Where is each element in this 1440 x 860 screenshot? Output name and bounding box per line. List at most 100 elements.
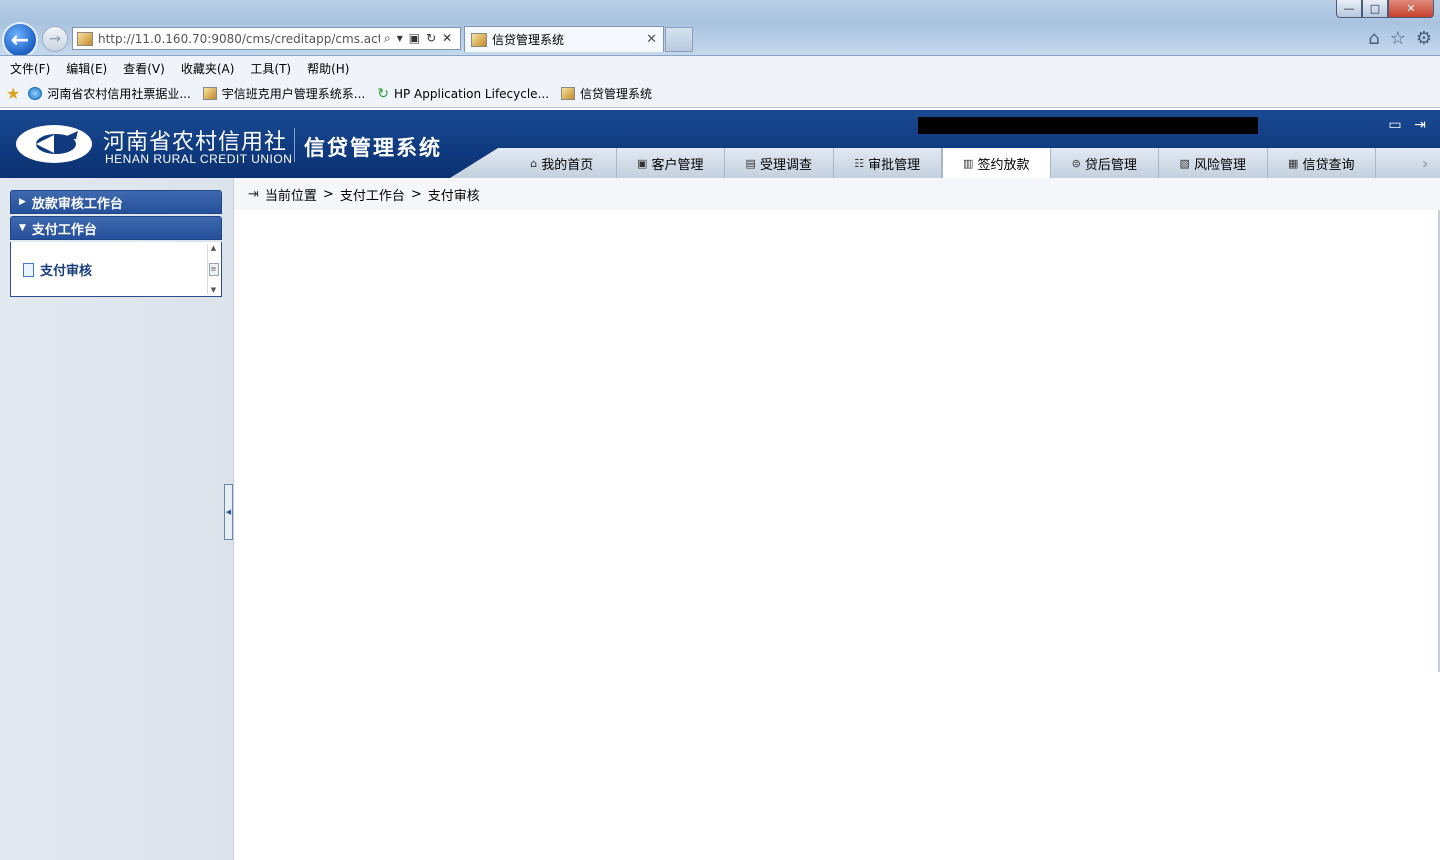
nav-tab-label: 我的首页 [541,157,594,173]
sidebar-accordion: ▶ 放款审核工作台 ▼ 支付工作台 支付审核 ▲ ≡ ▼ [10,190,222,297]
compat-view-icon[interactable]: ▣ [409,31,420,46]
address-url[interactable]: http://11.0.160.70:9080/cms/creditapp/cm… [98,32,380,46]
location-icon: ⇥ [248,186,259,202]
system-name: 信贷管理系统 [304,136,442,160]
main-content [234,210,1438,856]
home-icon[interactable]: ⌂ [1368,28,1379,49]
new-tab-button[interactable] [665,27,693,52]
favorite-label: 宇信班克用户管理系统系... [221,87,366,101]
logout-icon[interactable]: ⇥ [1411,116,1429,134]
favorite-link[interactable]: 信贷管理系统 [561,85,652,102]
scroll-down-icon[interactable]: ▼ [211,286,216,294]
maximize-button[interactable]: □ [1362,0,1388,18]
search-icon[interactable]: ⌕ [384,31,391,46]
app-header: 河南省农村信用社 HENAN RURAL CREDIT UNION 信贷管理系统… [0,110,1440,178]
document-icon [23,262,34,277]
nav-tab-customer[interactable]: ▣ 客户管理 [617,148,725,178]
approval-icon: ☷ [854,156,865,170]
nav-tab-label: 审批管理 [868,157,921,173]
sidebar-item-payment-review[interactable]: 支付审核 [23,260,92,279]
favorite-link[interactable]: 河南省农村信用社票据业... [28,85,191,102]
favorite-link[interactable]: 宇信班克用户管理系统系... [202,85,366,102]
breadcrumb-separator: > [322,186,334,202]
sidebar-group-label: 支付工作台 [31,222,97,238]
survey-icon: ▤ [745,156,756,170]
chevron-right-icon[interactable]: › [1410,148,1440,178]
menu-favorites[interactable]: 收藏夹(A) [181,60,235,77]
page-icon [202,87,217,100]
nav-tab-label: 客户管理 [651,157,704,173]
favorites-bar: ★ 河南省农村信用社票据业... 宇信班克用户管理系统系... ↻ HP App… [0,80,1440,108]
nav-tab-label: 风险管理 [1193,157,1246,173]
page-icon [561,87,576,100]
forward-button[interactable]: → [42,26,68,52]
breadcrumb-prefix: 当前位置 [264,188,317,204]
sidebar-scrollbar[interactable]: ▲ ≡ ▼ [207,244,219,294]
stop-icon[interactable]: ✕ [442,31,452,46]
sidebar-group-loan-review[interactable]: ▶ 放款审核工作台 [10,190,222,214]
settings-gear-icon[interactable]: ⚙ [1416,28,1432,49]
chevron-left-icon: ◀ [225,508,232,516]
close-tab-icon[interactable]: ✕ [646,32,657,47]
arrow-right-icon: → [49,31,61,47]
breadcrumb-level1[interactable]: 支付工作台 [340,185,405,204]
chevron-down-icon: ▼ [19,223,26,233]
favorite-label: 河南省农村信用社票据业... [47,87,191,101]
nav-tab-approval[interactable]: ☷ 审批管理 [834,148,942,178]
sidebar-item-label: 支付审核 [40,264,93,279]
nav-tab-label: 信贷查询 [1302,157,1355,173]
arrow-left-icon: ← [10,27,30,53]
sidebar-group-label: 放款审核工作台 [31,196,123,212]
breadcrumb: ⇥ 当前位置 > 支付工作台 > 支付审核 [234,178,1440,210]
postloan-icon: ⊜ [1071,156,1081,170]
favorites-star-icon[interactable]: ☆ [1390,28,1406,49]
favorite-label: HP Application Lifecycle... [393,86,550,101]
nav-tab-home[interactable]: ⌂ 我的首页 [508,148,617,178]
chevron-right-icon: ▶ [19,197,26,207]
scroll-thumb[interactable]: ≡ [208,262,219,276]
org-name-en: HENAN RURAL CREDIT UNION [105,152,293,166]
minimize-button[interactable]: — [1336,0,1362,18]
browser-titlebar: — □ ✕ ← → http://11.0.160.70:9080/cms/cr… [0,0,1440,58]
scroll-up-icon[interactable]: ▲ [211,244,216,252]
nav-tab-label: 受理调查 [759,157,812,173]
close-window-button[interactable]: ✕ [1388,0,1434,18]
home-icon: ⌂ [530,156,538,170]
nav-tab-contract[interactable]: ▥ 签约放款 [942,148,1051,178]
risk-icon: ▧ [1179,156,1190,170]
redacted-user-info [918,117,1258,134]
breadcrumb-separator: > [410,186,422,202]
refresh-icon[interactable]: ↻ [426,31,436,46]
monitor-icon[interactable]: ▭ [1386,116,1404,134]
menu-bar: 文件(F) 编辑(E) 查看(V) 收藏夹(A) 工具(T) 帮助(H) [0,56,1440,80]
nav-tab-label: 贷后管理 [1084,157,1137,173]
sidebar-group-payment[interactable]: ▼ 支付工作台 [10,216,222,240]
page-favicon-icon [77,31,93,46]
nav-tab-query[interactable]: ▦ 信贷查询 [1268,148,1376,178]
nav-tab-label: 签约放款 [977,157,1030,173]
customer-icon: ▣ [637,156,648,170]
breadcrumb-level2: 支付审核 [427,188,480,204]
back-button[interactable]: ← [2,22,38,58]
menu-help[interactable]: 帮助(H) [307,60,349,77]
favorites-star-icon[interactable]: ★ [6,84,20,103]
menu-edit[interactable]: 编辑(E) [66,60,107,77]
menu-view[interactable]: 查看(V) [123,60,165,77]
main-nav: ⌂ 我的首页 ▣ 客户管理 ▤ 受理调查 ☷ 审批管理 ▥ 签约放款 ⊜ 贷后管… [450,148,1440,178]
dropdown-icon[interactable]: ▾ [397,31,403,46]
contract-icon: ▥ [963,156,974,170]
sidebar-collapse-handle[interactable]: ◀ [224,484,233,540]
logo-divider [294,128,295,162]
menu-tools[interactable]: 工具(T) [250,60,291,77]
window-controls: — □ ✕ [1336,0,1434,18]
query-icon: ▦ [1288,156,1299,170]
browser-tab[interactable]: 信贷管理系统 ✕ [464,26,664,52]
sidebar-group-body: 支付审核 ▲ ≡ ▼ [10,242,222,297]
nav-tab-survey[interactable]: ▤ 受理调查 [725,148,834,178]
favorite-link[interactable]: ↻ HP Application Lifecycle... [377,86,549,102]
favorite-label: 信贷管理系统 [580,87,653,101]
address-bar[interactable]: http://11.0.160.70:9080/cms/creditapp/cm… [72,27,461,50]
nav-tab-risk[interactable]: ▧ 风险管理 [1159,148,1268,178]
menu-file[interactable]: 文件(F) [10,60,50,77]
nav-tab-postloan[interactable]: ⊜ 贷后管理 [1051,148,1159,178]
